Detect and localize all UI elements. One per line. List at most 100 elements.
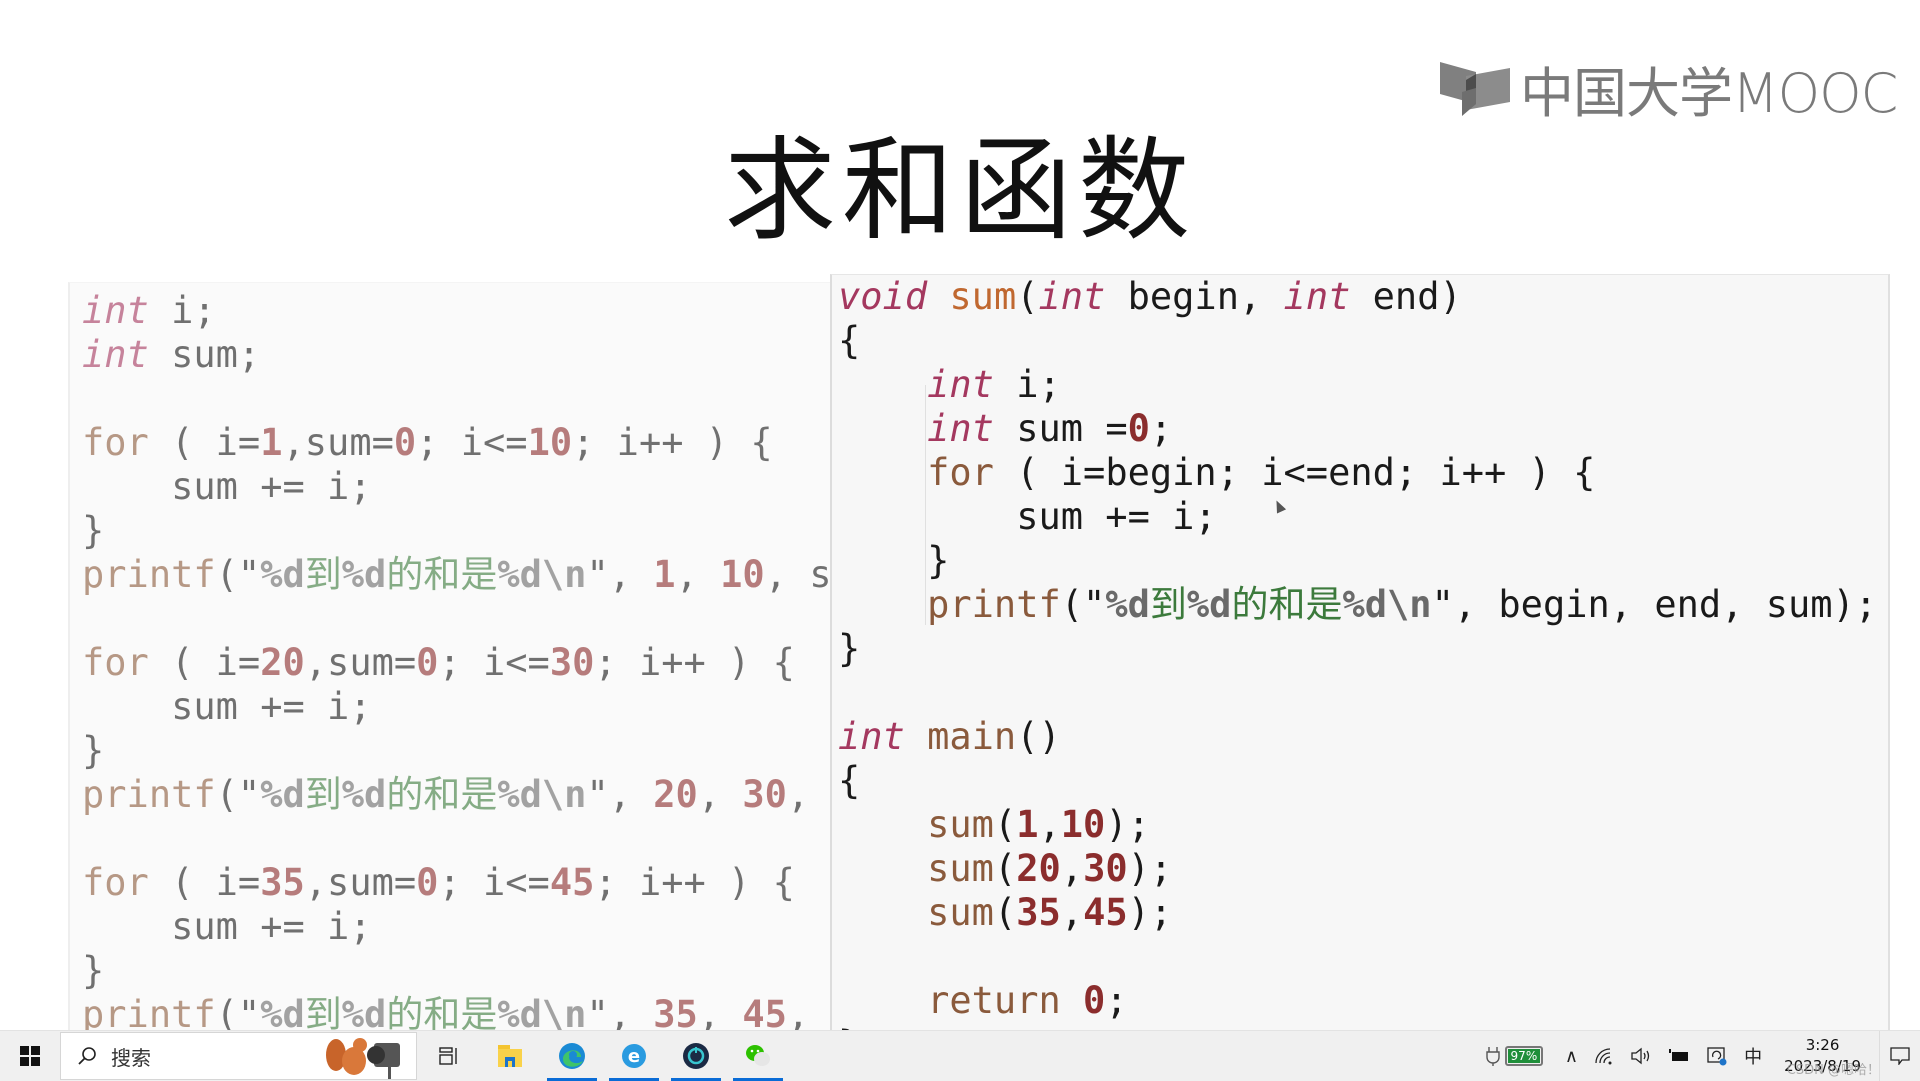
- book-logo-icon: [1440, 62, 1510, 116]
- code-token-plain: (": [215, 773, 261, 816]
- code-token-kw: int: [838, 715, 905, 758]
- code-line: }: [82, 509, 836, 553]
- task-view-button[interactable]: [417, 1031, 479, 1081]
- code-token-fmt: %d\n: [1342, 583, 1432, 626]
- taskbar: 搜索 e 97% ∧ 中 3:26 2023/8/19 CSDN @嗯哈！: [0, 1030, 1920, 1081]
- code-line: for ( i=20,sum=0; i<=30; i++ ) {: [82, 641, 836, 685]
- ie-browser-button[interactable]: e: [603, 1031, 665, 1081]
- file-explorer-button[interactable]: [479, 1031, 541, 1081]
- code-token-num: 0: [1083, 979, 1106, 1022]
- network-status-button[interactable]: [1706, 1046, 1728, 1066]
- code-token-num: 10: [720, 553, 765, 596]
- volume-button[interactable]: [1630, 1047, 1652, 1065]
- code-token-str: 的和是: [386, 773, 498, 816]
- code-token-plain: ,sum=: [304, 861, 417, 904]
- code-token-plain: );: [1127, 847, 1173, 890]
- code-token-str: 的和是: [1231, 583, 1343, 626]
- battery-indicator[interactable]: 97%: [1485, 1045, 1543, 1067]
- task-view-icon: [439, 1047, 457, 1065]
- code-line: for ( i=begin; i<=end; i++ ) {: [838, 451, 1888, 495]
- code-line: printf("%d到%d的和是%d\n", begin, end, sum);: [838, 583, 1888, 627]
- code-token-fmt: %d: [260, 553, 305, 596]
- edge-browser-button[interactable]: [541, 1031, 603, 1081]
- taskbar-search-box[interactable]: 搜索: [60, 1032, 417, 1080]
- code-line: int i;: [82, 289, 836, 333]
- power-plug-icon: [1486, 1047, 1500, 1066]
- app-circle-button[interactable]: [665, 1031, 727, 1081]
- ime-indicator[interactable]: 中: [1744, 1043, 1762, 1069]
- code-token-num: 0: [1127, 407, 1150, 450]
- code-token-plain: (: [993, 891, 1017, 934]
- battery-percent: 97%: [1507, 1049, 1540, 1063]
- code-block-right: void sum(int begin, int end){ int i; int…: [832, 275, 1888, 1045]
- code-token-fmt: %d: [260, 773, 305, 816]
- code-line: {: [838, 759, 1888, 803]
- code-token-plain: );: [1105, 803, 1150, 846]
- battery-tray-button[interactable]: [1668, 1049, 1690, 1063]
- code-token-plain: sum += i;: [82, 465, 372, 508]
- code-line: }: [82, 729, 836, 773]
- code-line: int main(): [838, 715, 1888, 759]
- code-token-num: 35: [1016, 891, 1061, 934]
- code-token-plain: end): [1350, 275, 1462, 318]
- code-token-ctl: for: [82, 861, 149, 904]
- code-token-fmt: %d: [1186, 583, 1232, 626]
- show-hidden-icons-button[interactable]: ∧: [1565, 1046, 1578, 1067]
- code-token-plain: , sum);: [764, 553, 836, 596]
- code-token-num: 1: [1016, 803, 1039, 846]
- code-token-plain: ; i++ ) {: [594, 861, 795, 904]
- start-button[interactable]: [0, 1031, 60, 1081]
- code-token-fmt: %d\n: [497, 773, 587, 816]
- code-token-fn: sum: [949, 275, 1017, 318]
- code-token-plain: i;: [148, 289, 216, 332]
- code-token-num: 35: [260, 861, 305, 904]
- code-token-plain: sum += i;: [82, 685, 372, 728]
- code-token-num: 20: [260, 641, 305, 684]
- search-icon: [78, 1047, 96, 1065]
- code-token-ctl: for: [82, 421, 149, 464]
- code-token-num: 10: [527, 421, 573, 464]
- code-token-fmt: %d: [341, 553, 387, 596]
- wifi-button[interactable]: [1594, 1047, 1614, 1065]
- code-token-kw: int: [927, 407, 994, 450]
- code-token-plain: sum =: [993, 407, 1128, 450]
- code-token-fmt: %d\n: [497, 553, 587, 596]
- code-panel-sum-function: void sum(int begin, int end){ int i; int…: [830, 274, 1890, 1045]
- code-line: int sum;: [82, 333, 836, 377]
- code-token-plain: ; i<=: [438, 861, 550, 904]
- code-token-plain: }: [82, 949, 105, 992]
- code-token-plain: ; i<=: [416, 421, 528, 464]
- code-token-num: 1: [653, 553, 676, 596]
- code-token-plain: ;: [1149, 407, 1173, 450]
- code-token-str: 到: [1149, 583, 1187, 626]
- code-line: sum += i;: [82, 905, 836, 949]
- code-token-ctl: main: [927, 715, 1017, 758]
- code-line: for ( i=35,sum=0; i<=45; i++ ) {: [82, 861, 836, 905]
- notification-icon: [1890, 1047, 1910, 1065]
- system-tray: 97% ∧ 中 3:26 2023/8/19 CSDN @嗯哈！: [1485, 1031, 1920, 1081]
- slide: 求和函数 中国大学MOOC int i; int sum; for ( i=1,s…: [0, 0, 1920, 1045]
- code-token-ctl: for: [927, 451, 994, 494]
- notification-center-button[interactable]: [1879, 1031, 1920, 1081]
- code-token-kw: int: [82, 333, 149, 376]
- code-line: }: [838, 539, 1888, 583]
- wechat-button[interactable]: [727, 1031, 789, 1081]
- code-token-num: 30: [742, 773, 787, 816]
- code-token-plain: ", begin, end, sum);: [1431, 583, 1878, 626]
- code-token-str: 到: [304, 553, 342, 596]
- code-token-num: 45: [1083, 891, 1128, 934]
- search-label: 搜索: [111, 1045, 151, 1070]
- code-line: int sum =0;: [838, 407, 1888, 451]
- code-token-plain: ; i++ ) {: [572, 421, 773, 464]
- code-token-plain: (: [993, 803, 1017, 846]
- code-token-ctl: for: [82, 641, 149, 684]
